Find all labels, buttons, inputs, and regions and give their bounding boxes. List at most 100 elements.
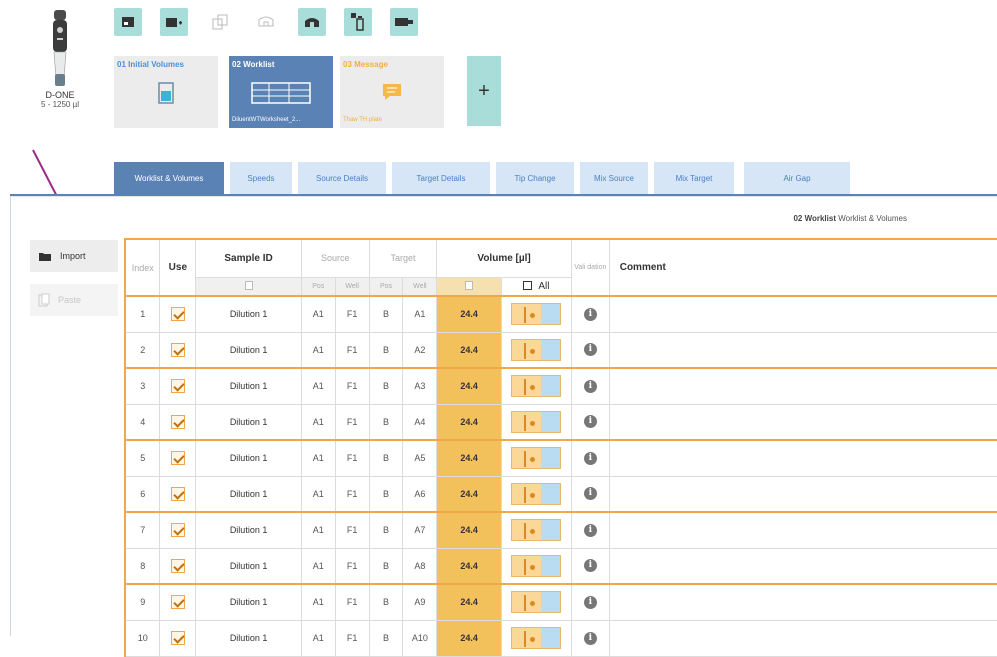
- target-well-cell[interactable]: A5: [402, 439, 438, 477]
- target-well-cell[interactable]: A6: [402, 475, 438, 513]
- target-well-cell[interactable]: A8: [402, 547, 438, 585]
- source-pos-cell[interactable]: A1: [300, 619, 336, 657]
- mix-cell[interactable]: [500, 295, 572, 333]
- validation-cell[interactable]: i: [570, 619, 610, 657]
- initial-volume-button[interactable]: [114, 8, 142, 36]
- comment-cell[interactable]: [608, 475, 997, 513]
- target-pos-cell[interactable]: B: [368, 511, 404, 549]
- use-checkbox[interactable]: [170, 631, 185, 645]
- source-pos-cell[interactable]: A1: [300, 295, 336, 333]
- validation-cell[interactable]: i: [570, 475, 610, 513]
- source-well-cell[interactable]: F1: [334, 367, 370, 405]
- source-pos-cell[interactable]: A1: [300, 583, 336, 621]
- source-well-cell[interactable]: F1: [334, 403, 370, 441]
- volume-cell[interactable]: 24.4: [436, 547, 502, 585]
- source-well-cell[interactable]: F1: [334, 331, 370, 369]
- step-card-initial-volumes[interactable]: 01 Initial Volumes: [114, 56, 218, 128]
- mix-control[interactable]: [511, 375, 562, 398]
- all-checkbox[interactable]: [523, 280, 533, 290]
- mix-control[interactable]: [511, 627, 562, 649]
- use-checkbox[interactable]: [170, 307, 185, 322]
- eject-tip-button[interactable]: [344, 8, 372, 36]
- table-row[interactable]: 10 Dilution 1 A1 F1 B A10 24.4 i: [124, 619, 997, 657]
- validation-cell[interactable]: i: [570, 583, 610, 621]
- target-well-cell[interactable]: A7: [402, 511, 438, 549]
- sample-id-cell[interactable]: Dilution 1: [195, 619, 302, 657]
- info-icon[interactable]: i: [583, 631, 597, 645]
- table-row[interactable]: 1 Dilution 1 A1 F1 B A1 24.4 i: [124, 295, 997, 333]
- step-card-message[interactable]: 03 Message Thaw TH plate: [340, 56, 444, 128]
- comment-cell[interactable]: [608, 295, 997, 333]
- sample-id-cell[interactable]: Dilution 1: [195, 547, 302, 585]
- source-well-cell[interactable]: F1: [334, 547, 370, 585]
- sample-id-cell[interactable]: Dilution 1: [195, 475, 302, 513]
- validation-cell[interactable]: i: [570, 367, 610, 405]
- validation-cell[interactable]: i: [570, 331, 610, 369]
- info-icon[interactable]: i: [583, 523, 597, 537]
- info-icon[interactable]: i: [583, 487, 597, 501]
- mix-cell[interactable]: [500, 511, 572, 549]
- tab-mix-source[interactable]: Mix Source: [580, 162, 648, 195]
- use-checkbox[interactable]: [170, 558, 185, 573]
- volume-cell[interactable]: 24.4: [436, 619, 502, 657]
- tip-button[interactable]: [252, 8, 280, 36]
- mix-cell[interactable]: [500, 403, 572, 441]
- volume-cell[interactable]: 24.4: [436, 367, 502, 405]
- validation-cell[interactable]: i: [570, 511, 610, 549]
- comment-cell[interactable]: [608, 583, 997, 621]
- volume-cell[interactable]: 24.4: [436, 439, 502, 477]
- source-pos-cell[interactable]: A1: [300, 403, 336, 441]
- sample-id-cell[interactable]: Dilution 1: [195, 403, 302, 441]
- sample-id-cell[interactable]: Dilution 1: [195, 583, 302, 621]
- info-icon[interactable]: i: [583, 307, 597, 321]
- sample-copy-cell[interactable]: [195, 276, 302, 297]
- info-icon[interactable]: i: [583, 343, 597, 357]
- mix-control[interactable]: [511, 338, 562, 361]
- comment-cell[interactable]: [608, 619, 997, 657]
- use-checkbox[interactable]: [170, 486, 185, 501]
- use-cell[interactable]: [159, 475, 197, 513]
- mix-cell[interactable]: [500, 583, 572, 621]
- target-pos-cell[interactable]: B: [368, 475, 404, 513]
- volume-cell[interactable]: 24.4: [436, 331, 502, 369]
- comment-cell[interactable]: [608, 403, 997, 441]
- source-well-cell[interactable]: F1: [334, 511, 370, 549]
- target-well-cell[interactable]: A9: [402, 583, 438, 621]
- comment-cell[interactable]: [608, 547, 997, 585]
- sample-id-cell[interactable]: Dilution 1: [195, 295, 302, 333]
- import-button[interactable]: Import: [30, 240, 118, 272]
- use-cell[interactable]: [159, 547, 197, 585]
- tab-mix-target[interactable]: Mix Target: [654, 162, 734, 195]
- sample-id-cell[interactable]: Dilution 1: [195, 367, 302, 405]
- target-pos-cell[interactable]: B: [368, 583, 404, 621]
- validation-cell[interactable]: i: [570, 295, 610, 333]
- table-row[interactable]: 2 Dilution 1 A1 F1 B A2 24.4 i: [124, 331, 997, 369]
- volume-cell[interactable]: 24.4: [436, 475, 502, 513]
- use-cell[interactable]: [159, 619, 197, 657]
- copy-step-button[interactable]: [206, 8, 234, 36]
- table-row[interactable]: 4 Dilution 1 A1 F1 B A4 24.4 i: [124, 403, 997, 441]
- info-icon[interactable]: i: [583, 415, 597, 429]
- validation-cell[interactable]: i: [570, 439, 610, 477]
- mix-control[interactable]: [511, 482, 562, 505]
- use-cell[interactable]: [159, 583, 197, 621]
- mix-cell[interactable]: [500, 547, 572, 585]
- comment-cell[interactable]: [608, 511, 997, 549]
- source-pos-cell[interactable]: A1: [300, 331, 336, 369]
- volume-cell[interactable]: 24.4: [436, 403, 502, 441]
- use-checkbox[interactable]: [170, 451, 185, 466]
- use-checkbox[interactable]: [170, 595, 185, 610]
- target-pos-cell[interactable]: B: [368, 547, 404, 585]
- volume-copy-cell[interactable]: [436, 276, 502, 297]
- add-tube-button[interactable]: [160, 8, 188, 36]
- target-pos-cell[interactable]: B: [368, 439, 404, 477]
- sample-id-cell[interactable]: Dilution 1: [195, 511, 302, 549]
- mix-control[interactable]: [511, 410, 562, 433]
- target-pos-cell[interactable]: B: [368, 295, 404, 333]
- comment-cell[interactable]: [608, 439, 997, 477]
- volume-cell[interactable]: 24.4: [436, 583, 502, 621]
- info-icon[interactable]: i: [583, 379, 597, 393]
- table-row[interactable]: 7 Dilution 1 A1 F1 B A7 24.4 i: [124, 511, 997, 549]
- use-cell[interactable]: [159, 511, 197, 549]
- source-well-cell[interactable]: F1: [334, 295, 370, 333]
